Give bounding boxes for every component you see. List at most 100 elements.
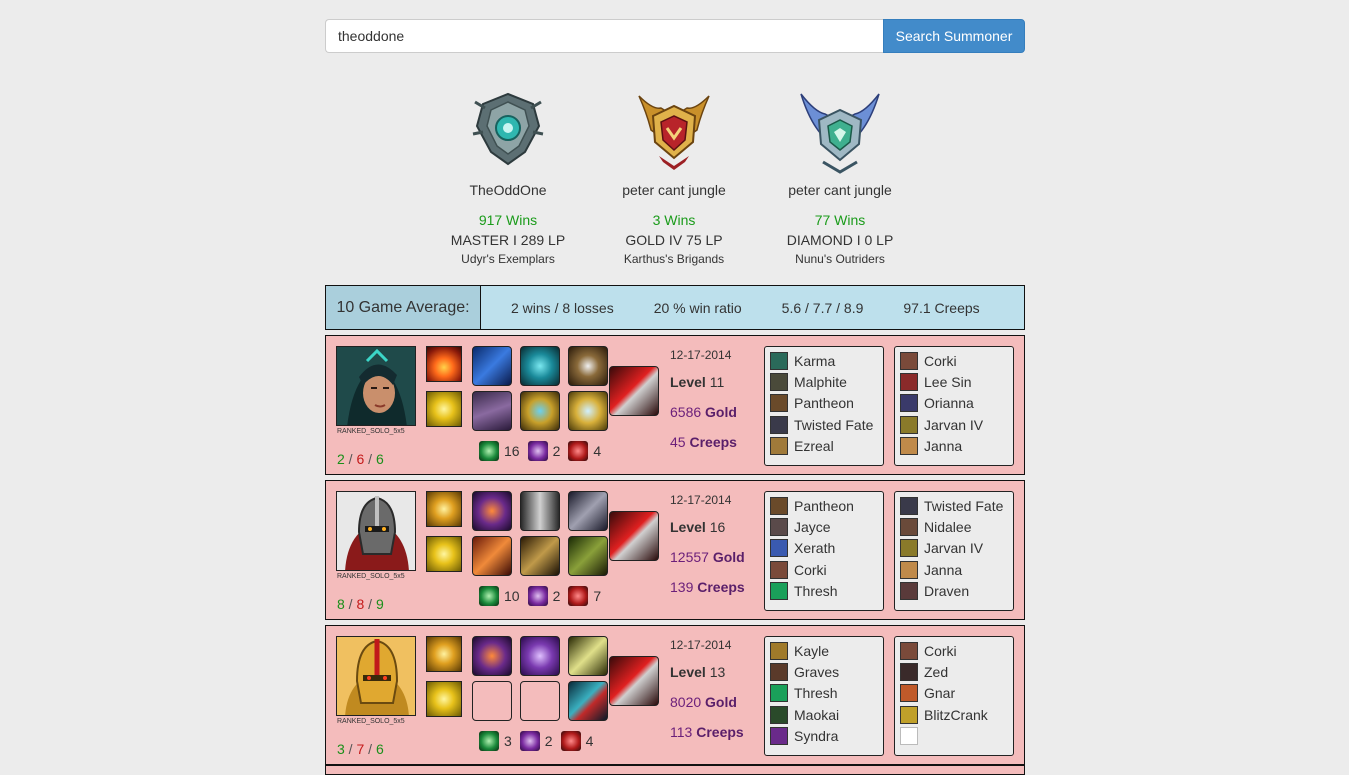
team-two-list: Twisted Fate Nidalee Jarvan IV Janna Dra…: [894, 491, 1014, 611]
player-item[interactable]: Graves: [770, 661, 878, 682]
item-eye-icon: [520, 346, 560, 386]
item-claw-icon: [472, 536, 512, 576]
player-name: BlitzCrank: [924, 706, 988, 723]
vision-wards-count: 2: [552, 588, 561, 604]
item-armor-icon: [520, 491, 560, 531]
player-name: Pantheon: [794, 497, 854, 514]
player-item[interactable]: Corki: [770, 559, 878, 580]
gold-earned: 6586 Gold: [670, 404, 737, 420]
sight-ward-icon: [479, 586, 499, 606]
gold-value: 6586: [670, 404, 702, 420]
player-item[interactable]: Syndra: [770, 726, 878, 747]
player-item[interactable]: Thresh: [770, 683, 878, 704]
assists: 6: [375, 741, 384, 757]
player-item[interactable]: Zed: [900, 661, 1008, 682]
player-item[interactable]: Draven: [900, 581, 1008, 602]
champion-icon: [770, 582, 788, 601]
player-name: Xerath: [794, 540, 836, 557]
master-emblem-icon: [472, 92, 544, 166]
creeps-killed: 113 Creeps: [670, 724, 744, 740]
league-tier: MASTER I 289 LP: [450, 232, 566, 248]
trinket-ward-icon: [560, 731, 581, 751]
queue-type: RANKED_SOLO_5x5: [337, 573, 405, 580]
champion-icon: [900, 684, 918, 703]
player-item[interactable]: Orianna: [900, 393, 1008, 414]
player-item[interactable]: Pantheon: [770, 393, 878, 414]
player-item[interactable]: [900, 726, 1008, 747]
vision-wards-count: 2: [544, 733, 553, 749]
kda-score: 3 / 7 / 6: [337, 741, 384, 757]
search-bar: Search Summoner: [325, 19, 1025, 53]
champion-icon: [770, 351, 788, 370]
ignite-spell-icon: [426, 346, 462, 382]
creeps-label: Creeps: [697, 579, 745, 595]
player-item[interactable]: Xerath: [770, 538, 878, 559]
item-boots-icon: [568, 681, 608, 721]
trinket-icon: [609, 511, 659, 561]
smite-spell-icon: [426, 636, 462, 672]
gold-label: Gold: [712, 549, 745, 565]
queue-type: RANKED_SOLO_5x5: [337, 428, 405, 435]
match-row[interactable]: [325, 765, 1025, 775]
player-item[interactable]: Corki: [900, 350, 1008, 371]
item-hammer-icon: [472, 636, 512, 676]
gold-label: Gold: [705, 404, 737, 420]
sight-wards-count: 10: [504, 588, 520, 604]
player-item[interactable]: BlitzCrank: [900, 704, 1008, 725]
trinket-ward-icon: [568, 586, 589, 606]
player-item[interactable]: Thresh: [770, 581, 878, 602]
player-item[interactable]: Karma: [770, 350, 878, 371]
vision-ward-icon: [519, 731, 540, 751]
player-item[interactable]: Janna: [900, 559, 1008, 580]
champion-icon: [770, 641, 788, 660]
player-item[interactable]: Corki: [900, 640, 1008, 661]
summoner-name: peter cant jungle: [622, 182, 726, 198]
player-item[interactable]: Nidalee: [900, 516, 1008, 537]
wards-summary: 3 2 4: [479, 731, 601, 751]
level-label: Level: [670, 374, 706, 390]
champion-icon: [770, 663, 788, 682]
summoner-search-input[interactable]: [325, 19, 883, 53]
search-summoner-button[interactable]: Search Summoner: [883, 19, 1025, 53]
player-name: Janna: [924, 561, 963, 578]
player-item[interactable]: Jayce: [770, 516, 878, 537]
champion-icon: [770, 539, 788, 558]
trinket-ward-icon: [568, 441, 589, 461]
player-name: Draven: [924, 583, 970, 600]
player-item[interactable]: Maokai: [770, 704, 878, 725]
league-card: peter cant jungle 3 Wins GOLD IV 75 LP K…: [591, 86, 757, 268]
level-label: Level: [670, 664, 706, 680]
item-hammer-icon: [472, 491, 512, 531]
player-item[interactable]: Pantheon: [770, 495, 878, 516]
match-row[interactable]: RANKED_SOLO_5x5 3 / 7 / 6 3 2 4 12-17-20…: [325, 625, 1025, 765]
champion-icon: [900, 437, 918, 456]
player-item[interactable]: Janna: [900, 436, 1008, 457]
champion-level: Level 13: [670, 664, 725, 680]
player-item[interactable]: Malphite: [770, 371, 878, 392]
champion-icon: [900, 539, 918, 558]
player-name: Jarvan IV: [924, 416, 984, 433]
player-item[interactable]: Kayle: [770, 640, 878, 661]
match-row[interactable]: RANKED_SOLO_5x5 8 / 8 / 9 10 2 7 12-17-2…: [325, 480, 1025, 620]
flash-spell-icon: [426, 536, 462, 572]
item-tome-icon: [472, 391, 512, 431]
player-item[interactable]: Twisted Fate: [900, 495, 1008, 516]
player-item[interactable]: Lee Sin: [900, 371, 1008, 392]
kda-score: 8 / 8 / 9: [337, 596, 384, 612]
level-value: 11: [709, 374, 725, 390]
player-item[interactable]: Gnar: [900, 683, 1008, 704]
karma-portrait: [336, 346, 416, 426]
player-item[interactable]: Jarvan IV: [900, 538, 1008, 559]
sight-ward-icon: [479, 731, 499, 751]
player-item[interactable]: Twisted Fate: [770, 414, 878, 435]
champion-icon: [900, 518, 918, 537]
vision-ward-icon: [527, 586, 548, 606]
player-item[interactable]: Ezreal: [770, 436, 878, 457]
gold-earned: 12557 Gold: [670, 549, 745, 565]
match-row[interactable]: RANKED_SOLO_5x5 2 / 6 / 6 16 2 4 12-17-2…: [325, 335, 1025, 475]
trinket-wards-count: 4: [585, 733, 594, 749]
player-item[interactable]: Jarvan IV: [900, 414, 1008, 435]
champion-icon: [770, 518, 788, 537]
champion-icon: [770, 373, 788, 392]
champion-icon: [770, 560, 788, 579]
